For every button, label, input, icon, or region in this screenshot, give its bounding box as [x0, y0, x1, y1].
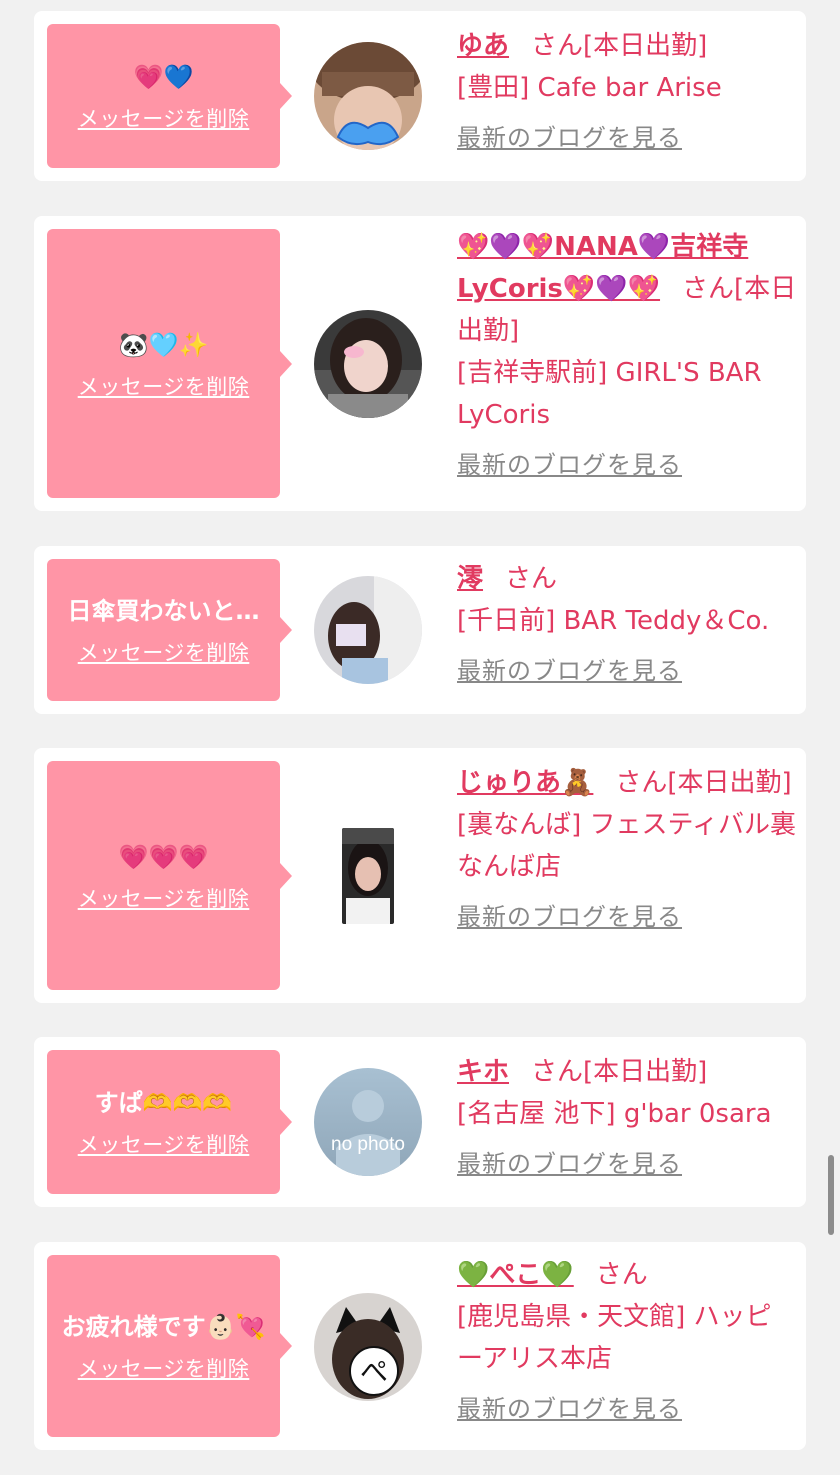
- message-card: 日傘買わないと… メッセージを削除 澪さん [千日前] BAR Teddy＆Co…: [34, 546, 806, 714]
- shop-label: [吉祥寺駅前] GIRL'S BAR LyCoris: [457, 358, 762, 430]
- cast-name-link[interactable]: キホ: [457, 1057, 509, 1087]
- sticker-text: ぺ: [360, 1355, 388, 1388]
- message-bubble: 💗💗💗 メッセージを削除: [47, 761, 292, 990]
- cast-info: 澪さん [千日前] BAR Teddy＆Co. 最新のブログを見る: [457, 558, 797, 688]
- shop-label: [裏なんば] フェスティバル裏なんば店: [457, 810, 796, 882]
- no-photo-text: no photo: [331, 1134, 405, 1155]
- message-text: 🐼🩵✨: [118, 330, 209, 359]
- cast-info: 💖💜💖NANA💜吉祥寺LyCoris💖💜💖 さん[本日出勤] [吉祥寺駅前] GI…: [457, 226, 797, 482]
- honorific: さん: [531, 31, 584, 61]
- message-card: 💗💙 メッセージを削除 ゆあ さん[本日出勤] [豊田] Cafe bar Ari…: [34, 11, 806, 181]
- latest-blog-link[interactable]: 最新のブログを見る: [457, 448, 797, 482]
- cast-info: ゆあ さん[本日出勤] [豊田] Cafe bar Arise 最新のブログを見る: [457, 25, 797, 155]
- latest-blog-link[interactable]: 最新のブログを見る: [457, 121, 797, 155]
- shop-label: [豊田] Cafe bar Arise: [457, 73, 722, 103]
- message-text: 日傘買わないと…: [67, 597, 260, 625]
- avatar[interactable]: [314, 576, 422, 684]
- status-label: [本日出勤]: [667, 768, 792, 798]
- honorific: さん: [682, 274, 735, 304]
- honorific: さん: [505, 564, 558, 594]
- honorific: さん: [615, 768, 668, 798]
- honorific: さん: [531, 1057, 584, 1087]
- delete-message-link[interactable]: メッセージを削除: [78, 371, 250, 401]
- cast-name-link[interactable]: 💚ぺこ💚: [457, 1260, 574, 1290]
- message-card: すぱ🫶🫶🫶 メッセージを削除 no photo キホ さん[本日出勤] [名古屋 …: [34, 1037, 806, 1207]
- message-card: 🐼🩵✨ メッセージを削除 💖💜💖NANA💜吉祥寺LyCoris💖💜💖 さん[本日出…: [34, 216, 806, 511]
- honorific: さん: [595, 1260, 648, 1290]
- delete-message-link[interactable]: メッセージを削除: [78, 883, 250, 913]
- message-bubble: 日傘買わないと… メッセージを削除: [47, 559, 292, 701]
- cast-name-link[interactable]: ゆあ: [457, 31, 509, 61]
- message-card: 💗💗💗 メッセージを削除 じゅりあ🧸 さん[本日出勤] [裏なんば] フェスティバ…: [34, 748, 806, 1003]
- avatar[interactable]: ぺ: [314, 1293, 422, 1401]
- message-bubble: 💗💙 メッセージを削除: [47, 24, 292, 168]
- cast-info: キホ さん[本日出勤] [名古屋 池下] g'bar 0sara 最新のブログを見…: [457, 1051, 797, 1181]
- delete-message-link[interactable]: メッセージを削除: [78, 637, 250, 667]
- delete-message-link[interactable]: メッセージを削除: [78, 1353, 250, 1383]
- avatar[interactable]: no photo: [314, 1068, 422, 1176]
- message-text: お疲れ様です👶🏻💘: [61, 1313, 266, 1341]
- message-bubble: 🐼🩵✨ メッセージを削除: [47, 229, 292, 498]
- avatar[interactable]: [314, 310, 422, 418]
- avatar[interactable]: [342, 828, 394, 924]
- cast-info: じゅりあ🧸 さん[本日出勤] [裏なんば] フェスティバル裏なんば店 最新のブログ…: [457, 762, 797, 934]
- status-label: [本日出勤]: [583, 1057, 708, 1087]
- cast-name-link[interactable]: じゅりあ🧸: [457, 768, 593, 798]
- cast-name-link[interactable]: 澪: [457, 564, 483, 594]
- delete-message-link[interactable]: メッセージを削除: [78, 103, 250, 133]
- status-label: [本日出勤]: [583, 31, 708, 61]
- shop-label: [名古屋 池下] g'bar 0sara: [457, 1099, 772, 1129]
- message-card: お疲れ様です👶🏻💘 メッセージを削除 ぺ 💚ぺこ💚 さん [鹿児島県・天文館] ハ…: [34, 1242, 806, 1450]
- latest-blog-link[interactable]: 最新のブログを見る: [457, 1147, 797, 1181]
- latest-blog-link[interactable]: 最新のブログを見る: [457, 1392, 797, 1426]
- delete-message-link[interactable]: メッセージを削除: [78, 1129, 250, 1159]
- latest-blog-link[interactable]: 最新のブログを見る: [457, 900, 797, 934]
- shop-label: [鹿児島県・天文館] ハッピーアリス本店: [457, 1302, 772, 1374]
- scrollbar[interactable]: [828, 1155, 834, 1235]
- message-text: 💗💙: [133, 63, 194, 91]
- avatar[interactable]: [314, 42, 422, 150]
- message-text: すぱ🫶🫶🫶: [94, 1089, 233, 1117]
- cast-info: 💚ぺこ💚 さん [鹿児島県・天文館] ハッピーアリス本店 最新のブログを見る: [457, 1254, 797, 1426]
- latest-blog-link[interactable]: 最新のブログを見る: [457, 654, 797, 688]
- message-bubble: すぱ🫶🫶🫶 メッセージを削除: [47, 1050, 292, 1194]
- message-bubble: お疲れ様です👶🏻💘 メッセージを削除: [47, 1255, 292, 1437]
- message-text: 💗💗💗: [118, 842, 209, 871]
- shop-label: [千日前] BAR Teddy＆Co.: [457, 606, 770, 636]
